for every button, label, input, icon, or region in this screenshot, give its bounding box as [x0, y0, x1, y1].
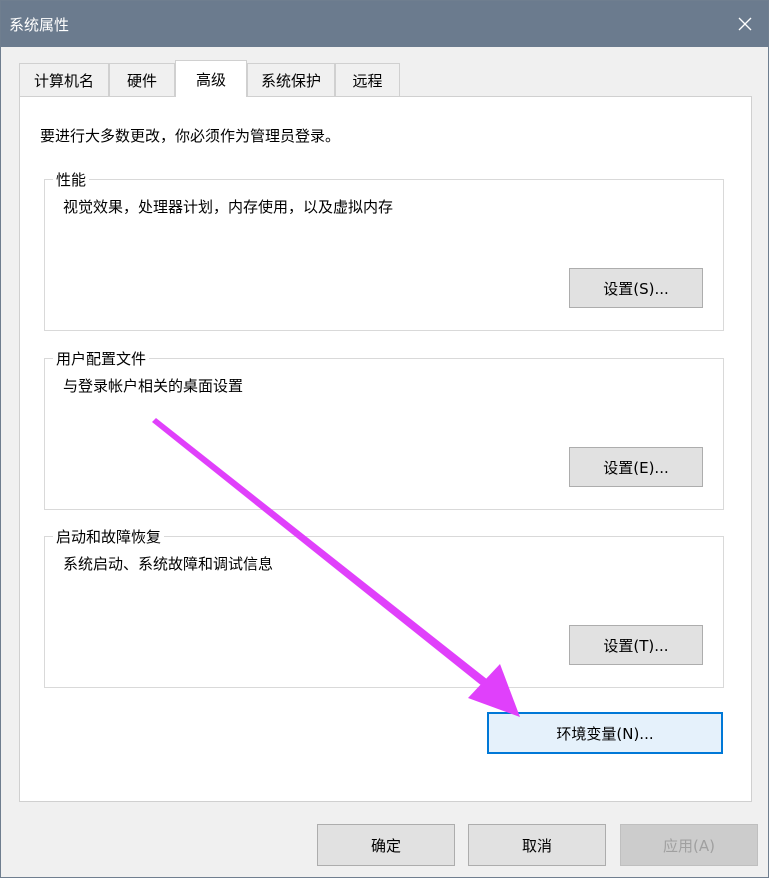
user-profiles-description: 与登录帐户相关的桌面设置	[63, 377, 244, 395]
performance-settings-button[interactable]: 设置(S)...	[569, 268, 703, 308]
startup-recovery-settings-button[interactable]: 设置(T)...	[569, 625, 703, 665]
close-button[interactable]	[722, 1, 768, 47]
ok-button[interactable]: 确定	[317, 824, 455, 866]
startup-recovery-group: 启动和故障恢复 系统启动、系统故障和调试信息 设置(T)...	[44, 526, 724, 688]
apply-button[interactable]: 应用(A)	[620, 824, 758, 866]
startup-recovery-legend: 启动和故障恢复	[53, 526, 165, 547]
window-title: 系统属性	[9, 16, 70, 34]
tab-remote[interactable]: 远程	[335, 63, 400, 96]
performance-description: 视觉效果，处理器计划，内存使用，以及虚拟内存	[63, 198, 394, 216]
advanced-tab-panel: 要进行大多数更改，你必须作为管理员登录。 性能 视觉效果，处理器计划，内存使用，…	[19, 96, 752, 802]
cancel-button[interactable]: 取消	[468, 824, 606, 866]
performance-legend: 性能	[53, 169, 90, 190]
user-profiles-group: 用户配置文件 与登录帐户相关的桌面设置 设置(E)...	[44, 348, 724, 510]
title-bar: 系统属性	[1, 1, 768, 47]
startup-recovery-description: 系统启动、系统故障和调试信息	[63, 555, 274, 573]
tab-system-protection[interactable]: 系统保护	[247, 63, 335, 96]
environment-variables-button[interactable]: 环境变量(N)...	[487, 712, 723, 754]
tab-computer-name[interactable]: 计算机名	[19, 63, 109, 96]
tab-advanced[interactable]: 高级	[175, 60, 247, 97]
performance-group: 性能 视觉效果，处理器计划，内存使用，以及虚拟内存 设置(S)...	[44, 169, 724, 331]
user-profiles-settings-button[interactable]: 设置(E)...	[569, 447, 703, 487]
user-profiles-legend: 用户配置文件	[53, 348, 150, 369]
tab-hardware[interactable]: 硬件	[109, 63, 175, 96]
system-properties-window: 系统属性 计算机名 硬件 高级 系统保护 远程 要进行大多数更改，你必须作为管理…	[0, 0, 769, 878]
admin-notice: 要进行大多数更改，你必须作为管理员登录。	[40, 127, 341, 145]
close-icon	[738, 17, 752, 31]
